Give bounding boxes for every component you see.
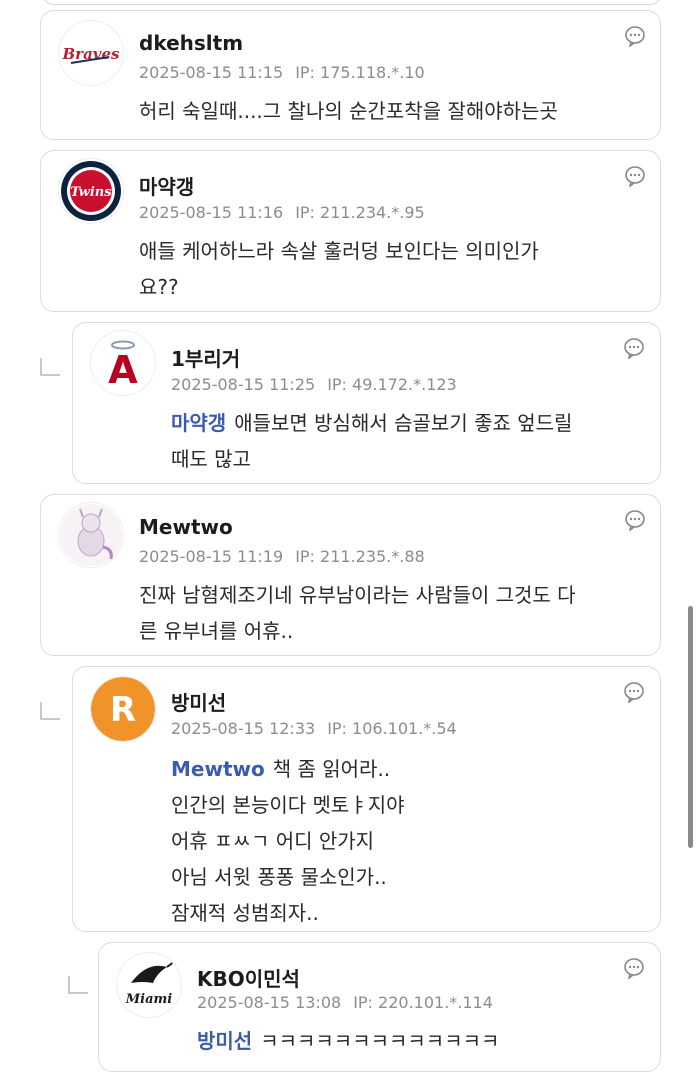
braves-logo-icon: Braves bbox=[60, 22, 122, 84]
comment-card: Twins 마약갱 2025-08-15 11:16 IP: 211.234.*.… bbox=[40, 150, 661, 312]
comment-meta: 2025-08-15 11:15 IP: 175.118.*.10 bbox=[139, 63, 425, 82]
comment-ip: IP: 211.235.*.88 bbox=[295, 547, 425, 566]
twins-logo-icon: Twins bbox=[61, 161, 121, 221]
svg-text:Miami: Miami bbox=[125, 992, 173, 1007]
mention-link[interactable]: 방미선 bbox=[197, 1029, 252, 1053]
comment-username[interactable]: Mewtwo bbox=[139, 515, 233, 539]
comment-text: 애들 케어하느라 속살 훌러덩 보인다는 의미인가 요?? bbox=[139, 239, 539, 299]
comment-ip: IP: 106.101.*.54 bbox=[327, 719, 457, 738]
comment-ip: IP: 49.172.*.123 bbox=[327, 375, 457, 394]
comment-username[interactable]: 1부리거 bbox=[171, 343, 240, 372]
reply-card: R 방미선 2025-08-15 12:33 IP: 106.101.*.54 M… bbox=[72, 666, 661, 932]
mewtwo-avatar-icon bbox=[60, 504, 122, 566]
reply-card: A 1부리거 2025-08-15 11:25 IP: 49.172.*.123 … bbox=[72, 322, 661, 484]
comment-text: 진짜 남혐제조기네 유부남이라는 사람들이 그것도 다 른 유부녀를 어휴.. bbox=[139, 583, 576, 643]
comment-datetime: 2025-08-15 11:15 bbox=[139, 63, 284, 82]
letter-r-avatar-icon: R bbox=[91, 677, 155, 741]
comment-card: Mewtwo 2025-08-15 11:19 IP: 211.235.*.88 … bbox=[40, 494, 661, 656]
reply-indent-arrow bbox=[68, 976, 88, 994]
comment-reply-icon[interactable] bbox=[624, 25, 646, 47]
comment-text: 마약갱 애들보면 방심해서 슴골보기 좋죠 엎드릴 때도 많고 bbox=[171, 411, 573, 471]
comment-meta: 2025-08-15 11:25 IP: 49.172.*.123 bbox=[171, 375, 457, 394]
comment-username[interactable]: KBO이민석 bbox=[197, 963, 300, 992]
comment-text: 허리 숙일때....그 찰나의 순간포착을 잘해야하는곳 bbox=[139, 99, 558, 123]
svg-text:R: R bbox=[110, 690, 136, 730]
comment-datetime: 2025-08-15 11:25 bbox=[171, 375, 316, 394]
comment-ip: IP: 175.118.*.10 bbox=[295, 63, 425, 82]
avatar[interactable]: Twins bbox=[59, 159, 123, 223]
comment-reply-icon[interactable] bbox=[623, 337, 645, 359]
comment-text: 방미선 ㅋㅋㅋㅋㅋㅋㅋㅋㅋㅋㅋㅋㅋ bbox=[197, 1029, 500, 1053]
comment-datetime: 2025-08-15 11:19 bbox=[139, 547, 284, 566]
comment-reply-icon[interactable] bbox=[624, 165, 646, 187]
comment-ip: IP: 220.101.*.114 bbox=[353, 993, 493, 1012]
comment-meta: 2025-08-15 13:08 IP: 220.101.*.114 bbox=[197, 993, 493, 1012]
reply-card: Miami KBO이민석 2025-08-15 13:08 IP: 220.101… bbox=[98, 942, 661, 1072]
mention-link[interactable]: 마약갱 bbox=[171, 411, 226, 435]
comment-meta: 2025-08-15 11:19 IP: 211.235.*.88 bbox=[139, 547, 425, 566]
previous-comment-card bbox=[42, 0, 662, 5]
avatar[interactable]: R bbox=[91, 677, 155, 741]
comment-ip: IP: 211.234.*.95 bbox=[295, 203, 425, 222]
comment-reply-icon[interactable] bbox=[624, 509, 646, 531]
comment-datetime: 2025-08-15 13:08 bbox=[197, 993, 342, 1012]
avatar[interactable]: Miami bbox=[117, 953, 181, 1017]
comment-datetime: 2025-08-15 11:16 bbox=[139, 203, 284, 222]
svg-text:A: A bbox=[108, 348, 138, 392]
scrollbar[interactable] bbox=[688, 606, 693, 848]
mention-link[interactable]: Mewtwo bbox=[171, 757, 265, 781]
comment-meta: 2025-08-15 12:33 IP: 106.101.*.54 bbox=[171, 719, 457, 738]
comment-meta: 2025-08-15 11:16 IP: 211.234.*.95 bbox=[139, 203, 425, 222]
avatar[interactable]: Braves bbox=[59, 21, 123, 85]
comment-username[interactable]: 방미선 bbox=[171, 687, 226, 716]
comment-username[interactable]: 마약갱 bbox=[139, 171, 194, 200]
reply-indent-arrow bbox=[40, 358, 60, 376]
comment-reply-icon[interactable] bbox=[623, 681, 645, 703]
comment-datetime: 2025-08-15 12:33 bbox=[171, 719, 316, 738]
comment-reply-icon[interactable] bbox=[623, 957, 645, 979]
comment-card: Braves dkehsltm 2025-08-15 11:15 IP: 175.… bbox=[40, 10, 661, 140]
reply-indent-arrow bbox=[40, 702, 60, 720]
angels-logo-icon: A bbox=[92, 332, 154, 394]
svg-text:Twins: Twins bbox=[70, 185, 112, 200]
marlins-logo-icon: Miami bbox=[118, 954, 180, 1016]
comment-username[interactable]: dkehsltm bbox=[139, 31, 243, 55]
avatar[interactable]: A bbox=[91, 331, 155, 395]
comment-text: Mewtwo 책 좀 읽어라.. 인간의 본능이다 멧토ㅑ지야 어휴 ㅍㅆㄱ 어디… bbox=[171, 757, 405, 925]
avatar[interactable] bbox=[59, 503, 123, 567]
